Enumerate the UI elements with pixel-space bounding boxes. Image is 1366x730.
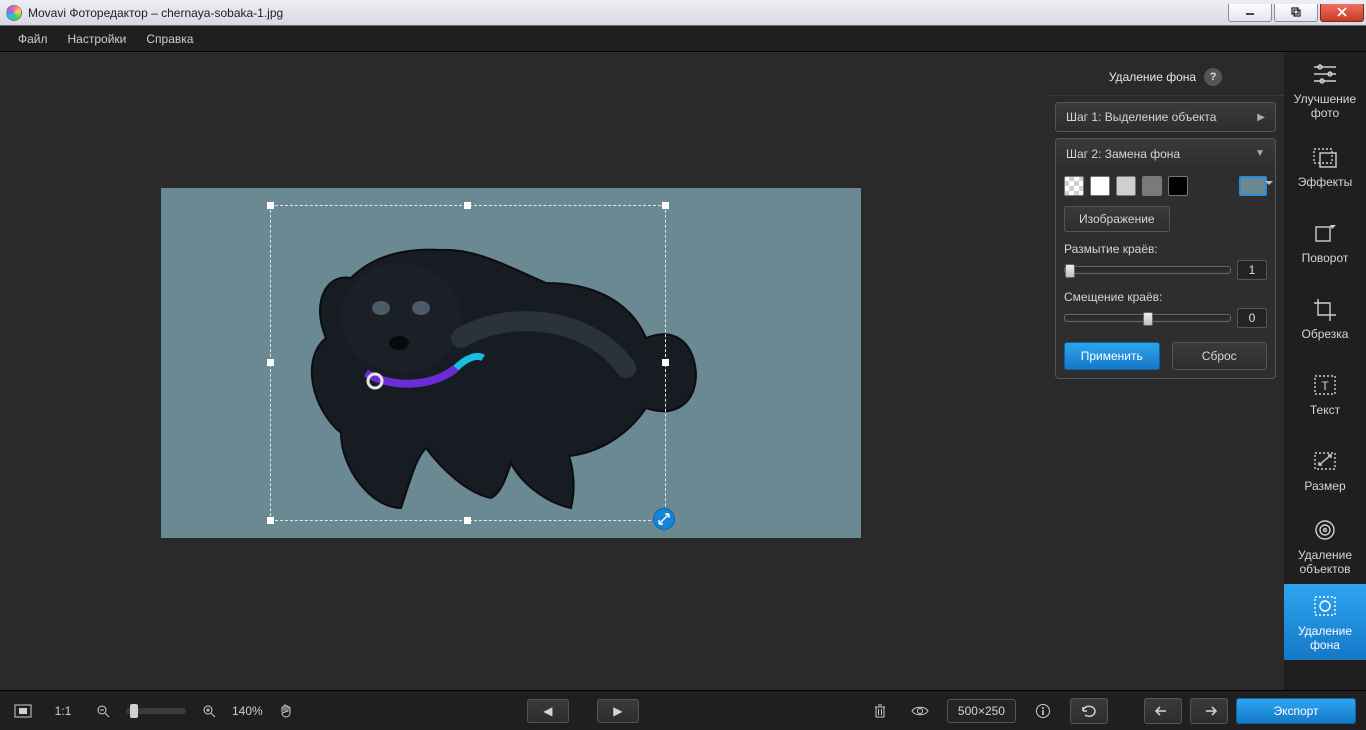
tool-label: Эффекты — [1298, 175, 1353, 189]
resize-icon — [1310, 447, 1340, 475]
tool-label: Обрезка — [1302, 327, 1349, 341]
app-icon — [6, 5, 22, 21]
menu-bar: Файл Настройки Справка — [0, 26, 1366, 52]
edge-blur-value[interactable]: 1 — [1237, 260, 1267, 280]
export-button[interactable]: Экспорт — [1236, 698, 1356, 724]
zoom-out-icon[interactable] — [90, 698, 116, 724]
edge-blur-label: Размытие краёв: — [1064, 242, 1267, 256]
background-removal-panel: Удаление фона ? Шаг 1: Выделение объекта… — [1047, 52, 1284, 690]
tool-remove-objects[interactable]: Удаление объектов — [1284, 508, 1366, 584]
close-button[interactable] — [1320, 4, 1364, 22]
image-background-button[interactable]: Изображение — [1064, 206, 1170, 232]
menu-help[interactable]: Справка — [136, 28, 203, 50]
color-swatch-row — [1064, 176, 1267, 196]
tool-label: Размер — [1304, 479, 1345, 493]
apply-button[interactable]: Применить — [1064, 342, 1160, 370]
tool-effects[interactable]: Эффекты — [1284, 128, 1366, 204]
tool-label: Улучшение фото — [1284, 92, 1366, 121]
sliders-icon — [1310, 60, 1340, 88]
hand-tool-icon[interactable] — [273, 698, 299, 724]
swatch-gray[interactable] — [1142, 176, 1162, 196]
selection-handle[interactable] — [662, 359, 669, 366]
canvas-area[interactable] — [0, 52, 1047, 690]
step1-label: Шаг 1: Выделение объекта — [1066, 110, 1216, 124]
zoom-slider[interactable] — [126, 708, 186, 714]
tool-rail: Улучшение фото Эффекты Поворот Обрезка T… — [1284, 52, 1366, 690]
tool-label: Удаление фона — [1284, 624, 1366, 653]
selection-marquee[interactable] — [270, 205, 666, 521]
tool-label: Текст — [1310, 403, 1340, 417]
tool-label: Поворот — [1302, 251, 1349, 265]
info-icon[interactable] — [1030, 698, 1056, 724]
redo-icon[interactable] — [1190, 698, 1228, 724]
svg-text:T: T — [1321, 379, 1329, 393]
edge-shift-value[interactable]: 0 — [1237, 308, 1267, 328]
image-stage[interactable] — [161, 188, 861, 538]
remove-bg-icon — [1310, 592, 1340, 620]
swatch-custom-color[interactable] — [1239, 176, 1267, 196]
edge-shift-label: Смещение краёв: — [1064, 290, 1267, 304]
preview-icon[interactable] — [907, 698, 933, 724]
menu-file[interactable]: Файл — [8, 28, 58, 50]
selection-handle[interactable] — [267, 359, 274, 366]
selection-handle[interactable] — [267, 202, 274, 209]
image-dimensions[interactable]: 500×250 — [947, 699, 1016, 723]
window-titlebar: Movavi Фоторедактор – chernaya-sobaka-1.… — [0, 0, 1366, 26]
maximize-button[interactable] — [1274, 4, 1318, 22]
spiral-icon — [1310, 516, 1340, 544]
zoom-ratio[interactable]: 1:1 — [46, 704, 80, 718]
swatch-white[interactable] — [1090, 176, 1110, 196]
chevron-down-icon: ▼ — [1255, 148, 1265, 159]
tool-remove-background[interactable]: Удаление фона — [1284, 584, 1366, 660]
swatch-black[interactable] — [1168, 176, 1188, 196]
effects-icon — [1310, 143, 1340, 171]
undo-icon[interactable] — [1144, 698, 1182, 724]
edge-blur-slider[interactable] — [1064, 266, 1231, 274]
minimize-button[interactable] — [1228, 4, 1272, 22]
tool-text[interactable]: T Текст — [1284, 356, 1366, 432]
edge-shift-slider[interactable] — [1064, 314, 1231, 322]
selection-handle[interactable] — [464, 202, 471, 209]
revert-icon[interactable] — [1070, 698, 1108, 724]
menu-settings[interactable]: Настройки — [58, 28, 137, 50]
zoom-percent: 140% — [232, 704, 263, 718]
text-icon: T — [1310, 371, 1340, 399]
delete-icon[interactable] — [867, 698, 893, 724]
reset-button[interactable]: Сброс — [1172, 342, 1268, 370]
fit-screen-icon[interactable] — [10, 698, 36, 724]
step2-body: Изображение Размытие краёв: 1 Смещение к… — [1055, 168, 1276, 379]
tool-enhance[interactable]: Улучшение фото — [1284, 52, 1366, 128]
swatch-light-gray[interactable] — [1116, 176, 1136, 196]
tool-crop[interactable]: Обрезка — [1284, 280, 1366, 356]
swatch-transparent[interactable] — [1064, 176, 1084, 196]
zoom-in-icon[interactable] — [196, 698, 222, 724]
help-icon[interactable]: ? — [1204, 68, 1222, 86]
window-title: Movavi Фоторедактор – chernaya-sobaka-1.… — [28, 6, 283, 20]
step1-row[interactable]: Шаг 1: Выделение объекта ▶ — [1055, 102, 1276, 132]
panel-title: Удаление фона — [1109, 70, 1196, 84]
next-image-button[interactable]: ▶ — [597, 699, 639, 723]
crop-icon — [1310, 295, 1340, 323]
tool-resize[interactable]: Размер — [1284, 432, 1366, 508]
tool-label: Удаление объектов — [1284, 548, 1366, 577]
step2-label: Шаг 2: Замена фона — [1066, 147, 1180, 161]
selection-handle[interactable] — [267, 517, 274, 524]
rotate-icon — [1310, 219, 1340, 247]
resize-handle-icon[interactable] — [653, 508, 675, 530]
chevron-right-icon: ▶ — [1257, 112, 1265, 123]
selection-handle[interactable] — [464, 517, 471, 524]
status-bar: 1:1 140% ◀ ▶ 500×250 — [0, 690, 1366, 730]
step2-row[interactable]: Шаг 2: Замена фона ▼ — [1055, 138, 1276, 168]
selection-handle[interactable] — [662, 202, 669, 209]
prev-image-button[interactable]: ◀ — [527, 699, 569, 723]
tool-rotate[interactable]: Поворот — [1284, 204, 1366, 280]
